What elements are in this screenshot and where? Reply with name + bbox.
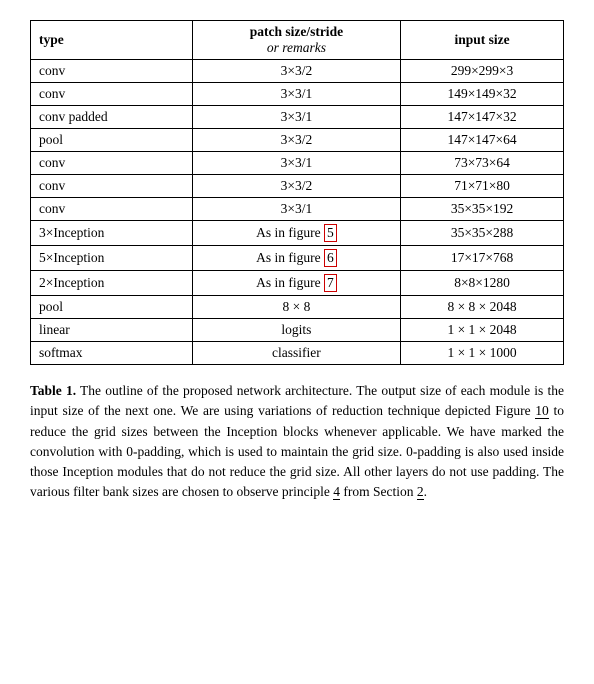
table-row: linearlogits1 × 1 × 2048 (31, 319, 564, 342)
table-row: pool8 × 88 × 8 × 2048 (31, 296, 564, 319)
cell-patch: 8 × 8 (192, 296, 400, 319)
caption-ref-2: 2 (417, 484, 424, 500)
cell-type: conv (31, 175, 193, 198)
cell-type: conv (31, 83, 193, 106)
architecture-table-container: type patch size/stride or remarks input … (30, 20, 564, 365)
table-row: conv3×3/271×71×80 (31, 175, 564, 198)
table-row: softmaxclassifier1 × 1 × 1000 (31, 342, 564, 365)
caption-text4: . (424, 484, 427, 499)
table-row: conv3×3/1149×149×32 (31, 83, 564, 106)
table-row: pool3×3/2147×147×64 (31, 129, 564, 152)
cell-patch: classifier (192, 342, 400, 365)
cell-input: 73×73×64 (401, 152, 564, 175)
cell-type: 2×Inception (31, 271, 193, 296)
cell-type: 5×Inception (31, 246, 193, 271)
table-row: 3×InceptionAs in figure 535×35×288 (31, 221, 564, 246)
architecture-table: type patch size/stride or remarks input … (30, 20, 564, 365)
cell-input: 17×17×768 (401, 246, 564, 271)
col-header-input: input size (401, 21, 564, 60)
cell-type: conv (31, 152, 193, 175)
cell-type: conv (31, 60, 193, 83)
caption-text3: from Section (340, 484, 417, 499)
table-row: conv padded3×3/1147×147×32 (31, 106, 564, 129)
cell-input: 1 × 1 × 2048 (401, 319, 564, 342)
caption-label: Table 1. (30, 383, 76, 398)
cell-patch: 3×3/2 (192, 129, 400, 152)
cell-patch: 3×3/2 (192, 60, 400, 83)
figure-reference-box: 6 (324, 249, 337, 267)
cell-patch: As in figure 6 (192, 246, 400, 271)
cell-input: 299×299×3 (401, 60, 564, 83)
cell-input: 71×71×80 (401, 175, 564, 198)
cell-input: 8 × 8 × 2048 (401, 296, 564, 319)
table-row: conv3×3/173×73×64 (31, 152, 564, 175)
cell-type: conv (31, 198, 193, 221)
cell-input: 35×35×192 (401, 198, 564, 221)
table-row: 2×InceptionAs in figure 78×8×1280 (31, 271, 564, 296)
cell-type: conv padded (31, 106, 193, 129)
table-row: conv3×3/2299×299×3 (31, 60, 564, 83)
figure-reference-box: 7 (324, 274, 337, 292)
cell-input: 8×8×1280 (401, 271, 564, 296)
cell-patch: 3×3/2 (192, 175, 400, 198)
cell-input: 35×35×288 (401, 221, 564, 246)
cell-type: linear (31, 319, 193, 342)
caption-text1: The outline of the proposed network arch… (30, 383, 564, 418)
table-caption: Table 1. The outline of the proposed net… (30, 381, 564, 503)
col-header-patch: patch size/stride or remarks (192, 21, 400, 60)
cell-input: 149×149×32 (401, 83, 564, 106)
cell-type: pool (31, 296, 193, 319)
cell-type: 3×Inception (31, 221, 193, 246)
cell-patch: As in figure 7 (192, 271, 400, 296)
table-row: 5×InceptionAs in figure 617×17×768 (31, 246, 564, 271)
cell-type: pool (31, 129, 193, 152)
col-header-type: type (31, 21, 193, 60)
cell-patch: logits (192, 319, 400, 342)
cell-patch: 3×3/1 (192, 106, 400, 129)
caption-ref-10: 10 (535, 403, 549, 419)
cell-input: 147×147×64 (401, 129, 564, 152)
cell-patch: 3×3/1 (192, 83, 400, 106)
table-row: conv3×3/135×35×192 (31, 198, 564, 221)
cell-patch: 3×3/1 (192, 198, 400, 221)
cell-patch: As in figure 5 (192, 221, 400, 246)
cell-type: softmax (31, 342, 193, 365)
cell-input: 147×147×32 (401, 106, 564, 129)
cell-patch: 3×3/1 (192, 152, 400, 175)
cell-input: 1 × 1 × 1000 (401, 342, 564, 365)
figure-reference-box: 5 (324, 224, 337, 242)
